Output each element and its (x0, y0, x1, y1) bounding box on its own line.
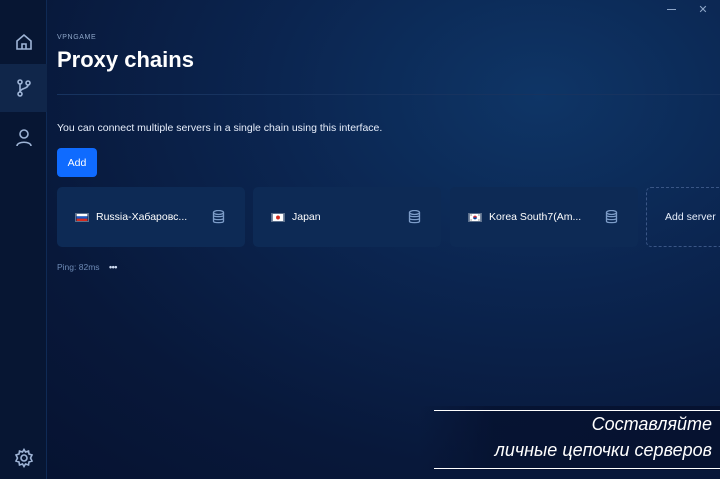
south-korea-flag-icon (468, 212, 482, 222)
promo-subline: личные цепочки серверов (494, 440, 712, 460)
japan-flag-icon (271, 212, 285, 222)
page-title: Proxy chains (57, 47, 194, 72)
minimize-button[interactable] (658, 0, 684, 18)
ping-label: Ping: 82ms (57, 262, 100, 272)
sidebar (0, 0, 47, 479)
server-name: Korea South7(Am... (489, 211, 582, 223)
promo-divider (434, 468, 720, 469)
russia-flag-icon (75, 212, 89, 222)
chain-server-card[interactable]: Korea South7(Am... (450, 187, 638, 247)
sidebar-item-settings[interactable] (0, 434, 47, 479)
brand-label: VPNGAME (57, 34, 97, 41)
server-name: Russia-Хабаровс... (96, 211, 188, 223)
promo-headline: Составляйте (591, 414, 712, 434)
add-button[interactable]: Add (57, 148, 97, 177)
sidebar-item-proxy-chains[interactable] (0, 64, 47, 112)
add-server-card[interactable]: Add server (646, 187, 720, 247)
promo-divider (434, 410, 720, 411)
chain-server-card[interactable]: Russia-Хабаровс... (57, 187, 245, 247)
server-name: Japan (292, 211, 321, 223)
gear-icon (14, 448, 33, 468)
user-icon (15, 129, 32, 147)
more-options-icon[interactable]: ••• (109, 262, 117, 272)
home-icon (15, 33, 32, 50)
sidebar-item-home[interactable] (0, 18, 47, 66)
minimize-icon (666, 8, 676, 10)
close-button[interactable]: ✕ (690, 0, 716, 18)
header-divider (57, 94, 720, 95)
page-description: You can connect multiple servers in a si… (57, 122, 383, 134)
app-window: ✕ VPNGAME Proxy chains You can connect m… (0, 0, 720, 479)
branch-icon (16, 79, 31, 97)
database-icon[interactable] (605, 209, 618, 229)
chain-server-card[interactable]: Japan (253, 187, 441, 247)
database-icon[interactable] (408, 209, 421, 229)
database-icon[interactable] (212, 209, 225, 229)
sidebar-item-account[interactable] (0, 114, 47, 162)
